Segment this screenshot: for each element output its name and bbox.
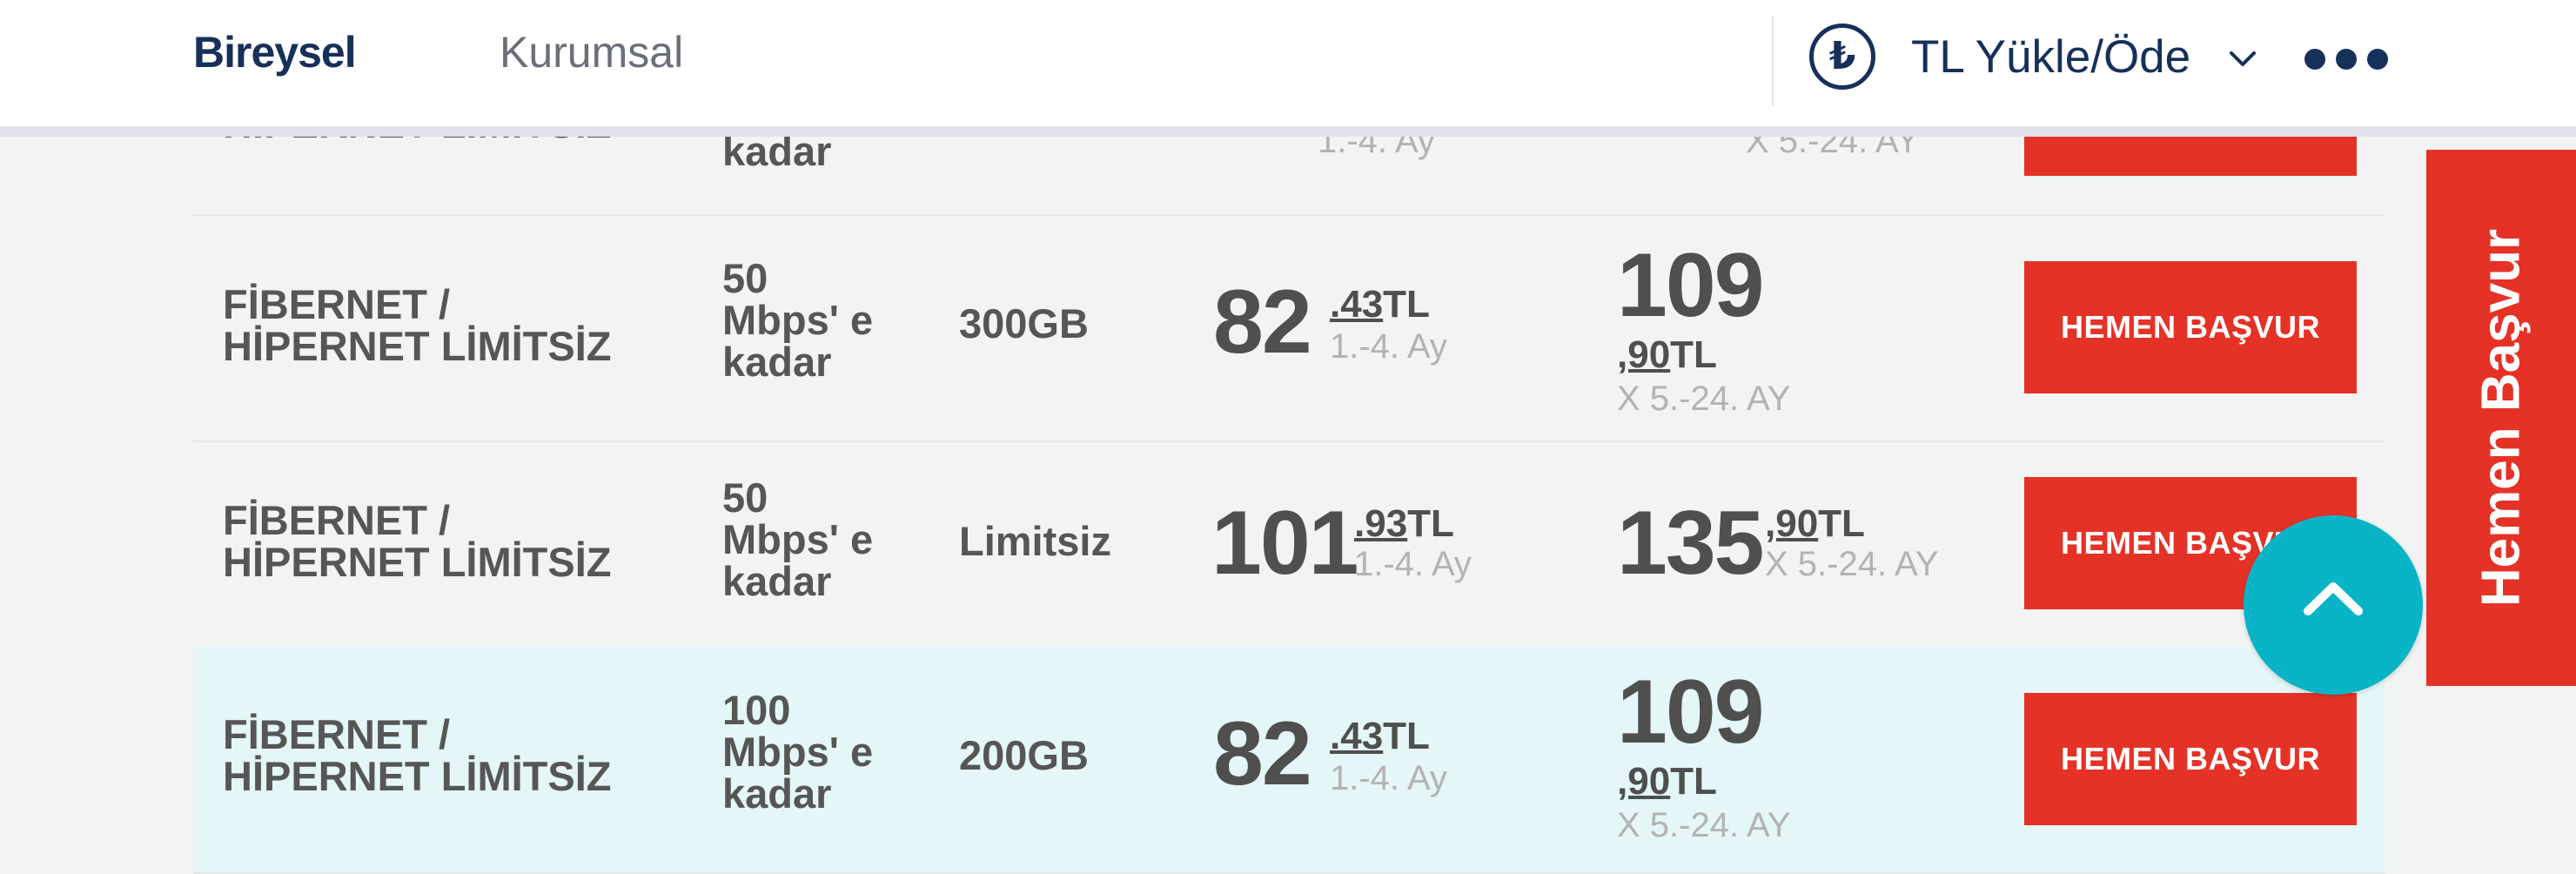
intro-price-decimal: .43TL [1330, 715, 1430, 757]
table-row: FİBERNET / HİPERNET LİMİTSİZ 50 Mbps' e … [193, 440, 2385, 648]
tariff-speed: 100 Mbps' e kadar [722, 687, 874, 817]
table-row: FİBERNET / HİPERNET LİMİTSİZ 50 Mbps' e … [193, 214, 2385, 442]
top-navigation-bar: Bireysel Kurumsal ₺ TL Yükle/Öde [0, 0, 2576, 137]
intro-price-decimal: .43TL [1330, 283, 1430, 326]
tariff-quota: 200GB [959, 732, 1089, 778]
regular-price-integer: 135 [1617, 493, 1765, 594]
tariff-speed: 50 Mbps' e kadar [722, 474, 874, 604]
intro-price-period: 1.-4. Ay [1330, 327, 1447, 366]
apply-button[interactable]: HEMEN BAŞVUR [2024, 693, 2357, 825]
regular-price-decimal: ,90TL [1617, 333, 1717, 376]
tariff-quota: 300GB [959, 300, 1089, 346]
intro-price-decimal: .93TL [1354, 502, 1454, 545]
tariff-name: FİBERNET / HİPERNET LİMİTSİZ [223, 497, 612, 585]
side-apply-button[interactable]: Hemen Başvur [2426, 150, 2576, 686]
more-dots-icon[interactable] [2304, 49, 2388, 70]
regular-price-decimal: ,90TL [1617, 760, 1717, 803]
chevron-up-icon [2304, 582, 2363, 615]
tab-bireysel[interactable]: Bireysel [193, 24, 357, 80]
apply-button[interactable]: HEMEN BAŞVUR [2024, 261, 2357, 393]
side-apply-label: Hemen Başvur [2471, 228, 2532, 608]
header-divider [1772, 16, 1774, 106]
regular-price-decimal: ,90TL [1765, 502, 1865, 545]
intro-price-period: 1.-4. Ay [1330, 759, 1447, 797]
table-row-highlighted: FİBERNET / HİPERNET LİMİTSİZ 100 Mbps' e… [193, 646, 2385, 874]
tariff-speed: kadar [722, 128, 832, 174]
tariff-name: FİBERNET / HİPERNET LİMİTSİZ [223, 281, 612, 369]
regular-price-period: X 5.-24. AY [1617, 806, 1791, 844]
scroll-to-top-button[interactable] [2244, 515, 2423, 695]
regular-price-period: X 5.-24. AY [1617, 380, 1791, 418]
intro-price-integer: 82 [1213, 272, 1312, 373]
turkish-lira-icon[interactable]: ₺ [1809, 24, 1875, 90]
tab-kurumsal[interactable]: Kurumsal [500, 24, 683, 80]
intro-price-period: 1.-4. Ay [1354, 545, 1472, 583]
tl-load-pay-menu[interactable]: TL Yükle/Öde [1911, 30, 2190, 85]
tariff-name: FİBERNET / HİPERNET LİMİTSİZ [223, 711, 612, 799]
regular-price-period: X 5.-24. AY [1765, 545, 1939, 583]
tariff-quota: Limitsiz [959, 518, 1111, 564]
chevron-down-icon[interactable] [2228, 44, 2257, 73]
regular-price-integer: 109 [1617, 235, 1765, 336]
intro-price-integer: 101 [1211, 493, 1359, 594]
tariff-speed: 50 Mbps' e kadar [722, 255, 874, 385]
regular-price-integer: 109 [1617, 662, 1765, 763]
intro-price-integer: 82 [1213, 703, 1312, 804]
